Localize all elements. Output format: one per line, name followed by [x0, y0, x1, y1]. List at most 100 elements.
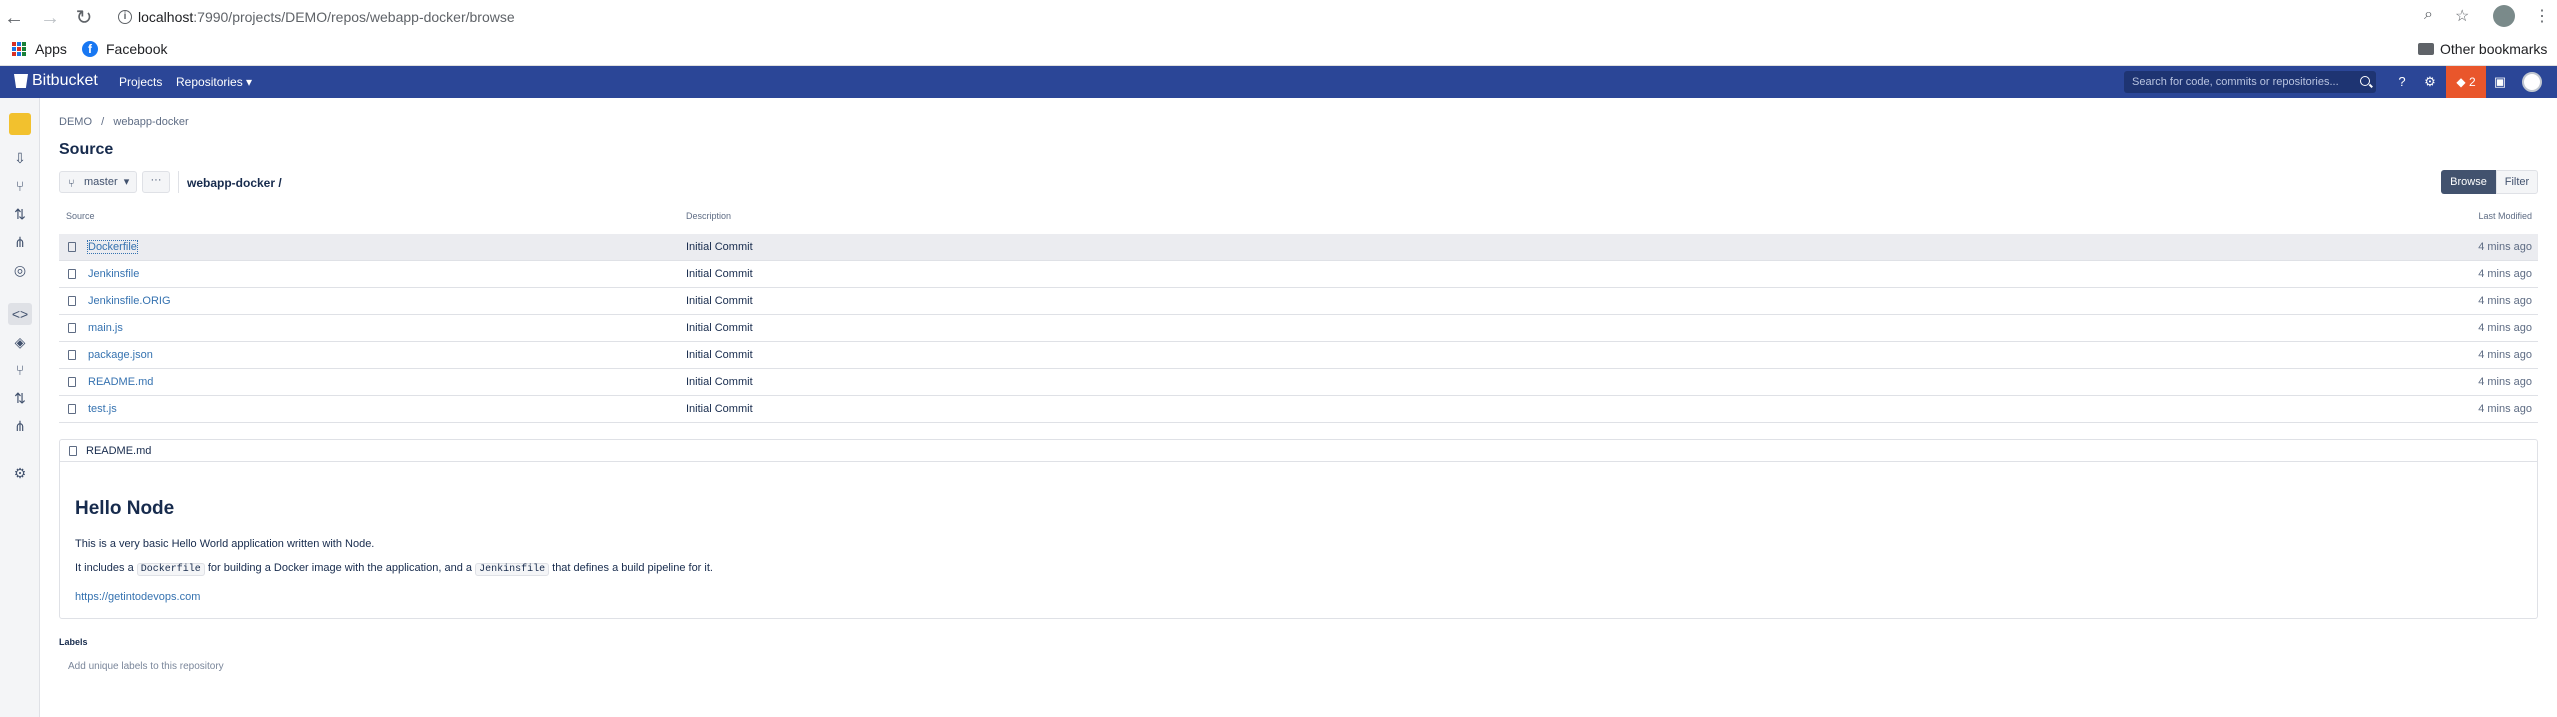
- menu-icon[interactable]: ⋮: [2534, 6, 2550, 26]
- column-header-last-modified: Last Modified: [2478, 211, 2532, 221]
- more-actions-button[interactable]: ···: [142, 171, 170, 193]
- file-link[interactable]: test.js: [88, 403, 117, 415]
- file-icon: [68, 269, 76, 279]
- file-link[interactable]: Dockerfile: [87, 240, 138, 254]
- profile-avatar[interactable]: [2493, 5, 2515, 27]
- help-icon[interactable]: ?: [2394, 74, 2410, 90]
- filter-button[interactable]: Filter: [2496, 170, 2538, 194]
- inline-code: Jenkinsfile: [475, 563, 550, 576]
- add-labels-field[interactable]: Add unique labels to this repository: [68, 661, 224, 672]
- notification-count: 2: [2468, 75, 2476, 89]
- readme-paragraph: This is a very basic Hello World applica…: [75, 538, 375, 550]
- compare-icon[interactable]: ◎: [8, 259, 32, 281]
- commit-message[interactable]: Initial Commit: [686, 241, 753, 253]
- file-link[interactable]: Jenkinsfile: [88, 268, 139, 280]
- commits-icon[interactable]: ◈: [8, 331, 32, 353]
- repo-path[interactable]: webapp-docker /: [187, 176, 282, 190]
- site-info-icon[interactable]: i: [118, 10, 132, 24]
- admin-gear-icon[interactable]: ⚙: [2422, 74, 2438, 90]
- breadcrumb-separator: /: [95, 116, 111, 128]
- readme-panel: README.md Hello Node This is a very basi…: [59, 439, 2538, 619]
- nav-projects[interactable]: Projects: [119, 75, 162, 89]
- file-link[interactable]: Jenkinsfile.ORIG: [88, 295, 171, 307]
- address-bar[interactable]: i localhost:7990/projects/DEMO/repos/web…: [110, 3, 2450, 33]
- column-header-description: Description: [686, 211, 732, 221]
- last-modified: 4 mins ago: [2478, 349, 2532, 361]
- chevron-down-icon: ▾: [123, 176, 130, 188]
- readme-text: that defines a build pipeline for it.: [549, 562, 713, 574]
- readme-filename[interactable]: README.md: [86, 445, 151, 457]
- search-input[interactable]: [2130, 73, 2350, 91]
- bookmark-facebook[interactable]: Facebook: [106, 41, 167, 57]
- notifications-button[interactable]: ◆ 2: [2446, 66, 2486, 98]
- breadcrumb: DEMO / webapp-docker: [59, 116, 189, 128]
- commit-message[interactable]: Initial Commit: [686, 376, 753, 388]
- breadcrumb-repo[interactable]: webapp-docker: [113, 116, 188, 128]
- user-avatar[interactable]: [2522, 72, 2542, 92]
- breadcrumb-project[interactable]: DEMO: [59, 116, 92, 128]
- back-icon[interactable]: ←: [0, 4, 28, 32]
- last-modified: 4 mins ago: [2478, 322, 2532, 334]
- create-branch-icon[interactable]: ⑂: [8, 175, 32, 197]
- page-title: Source: [59, 141, 114, 158]
- table-row[interactable]: package.json Initial Commit 4 mins ago: [59, 342, 2538, 369]
- forks-icon[interactable]: ⋔: [8, 415, 32, 437]
- facebook-icon: f: [82, 41, 98, 57]
- readme-link[interactable]: https://getintodevops.com: [75, 591, 200, 603]
- settings-icon[interactable]: ⚙: [8, 462, 32, 484]
- last-modified: 4 mins ago: [2478, 376, 2532, 388]
- readme-paragraph: It includes a Dockerfile for building a …: [75, 562, 713, 576]
- url-text[interactable]: localhost:7990/projects/DEMO/repos/webap…: [138, 9, 515, 25]
- create-pull-request-icon[interactable]: ⇅: [8, 203, 32, 225]
- bitbucket-logo-icon[interactable]: [14, 74, 28, 88]
- table-row[interactable]: main.js Initial Commit 4 mins ago: [59, 315, 2538, 342]
- apps-icon[interactable]: [12, 42, 26, 56]
- commit-message[interactable]: Initial Commit: [686, 268, 753, 280]
- table-row[interactable]: Jenkinsfile.ORIG Initial Commit 4 mins a…: [59, 288, 2538, 315]
- last-modified: 4 mins ago: [2478, 241, 2532, 253]
- browser-toolbar: ← → ↻ i localhost:7990/projects/DEMO/rep…: [0, 0, 2557, 66]
- file-icon: [68, 377, 76, 387]
- labels-heading: Labels: [59, 637, 88, 647]
- file-link[interactable]: README.md: [88, 376, 153, 388]
- zoom-icon[interactable]: ⌕: [2424, 6, 2433, 24]
- table-row[interactable]: README.md Initial Commit 4 mins ago: [59, 369, 2538, 396]
- file-icon: [69, 446, 77, 456]
- repository-avatar[interactable]: [9, 113, 31, 135]
- file-icon: [68, 296, 76, 306]
- last-modified: 4 mins ago: [2478, 268, 2532, 280]
- brand-name[interactable]: Bitbucket: [32, 72, 98, 90]
- file-icon: [68, 404, 76, 414]
- other-bookmarks[interactable]: Other bookmarks: [2440, 41, 2547, 57]
- source-icon[interactable]: <>: [8, 303, 32, 325]
- last-modified: 4 mins ago: [2478, 295, 2532, 307]
- fork-icon[interactable]: ⋔: [8, 231, 32, 253]
- folder-icon: [2418, 43, 2434, 55]
- commit-message[interactable]: Initial Commit: [686, 295, 753, 307]
- search-field[interactable]: [2124, 71, 2376, 93]
- commit-message[interactable]: Initial Commit: [686, 403, 753, 415]
- table-row[interactable]: Dockerfile Initial Commit 4 mins ago: [59, 234, 2538, 261]
- commit-message[interactable]: Initial Commit: [686, 322, 753, 334]
- pull-requests-icon[interactable]: ⇅: [8, 387, 32, 409]
- inbox-icon[interactable]: ▣: [2492, 74, 2508, 90]
- readme-header: README.md: [60, 440, 2537, 462]
- file-link[interactable]: main.js: [88, 322, 123, 334]
- bookmark-apps[interactable]: Apps: [35, 41, 67, 57]
- commit-message[interactable]: Initial Commit: [686, 349, 753, 361]
- file-icon: [68, 242, 76, 252]
- branches-icon[interactable]: ⑂: [8, 359, 32, 381]
- nav-repositories[interactable]: Repositories ▾: [176, 75, 252, 89]
- forward-icon[interactable]: →: [36, 4, 64, 32]
- branch-selector[interactable]: ⑂ master ▾: [59, 171, 137, 193]
- readme-text: It includes a: [75, 562, 137, 574]
- inline-code: Dockerfile: [136, 563, 205, 576]
- bookmark-star-icon[interactable]: ☆: [2455, 6, 2469, 26]
- search-icon[interactable]: [2360, 76, 2370, 86]
- file-link[interactable]: package.json: [88, 349, 153, 361]
- reload-icon[interactable]: ↻: [70, 4, 98, 32]
- table-row[interactable]: test.js Initial Commit 4 mins ago: [59, 396, 2538, 423]
- browse-button[interactable]: Browse: [2441, 170, 2496, 194]
- table-row[interactable]: Jenkinsfile Initial Commit 4 mins ago: [59, 261, 2538, 288]
- clone-icon[interactable]: ⇩: [8, 147, 32, 169]
